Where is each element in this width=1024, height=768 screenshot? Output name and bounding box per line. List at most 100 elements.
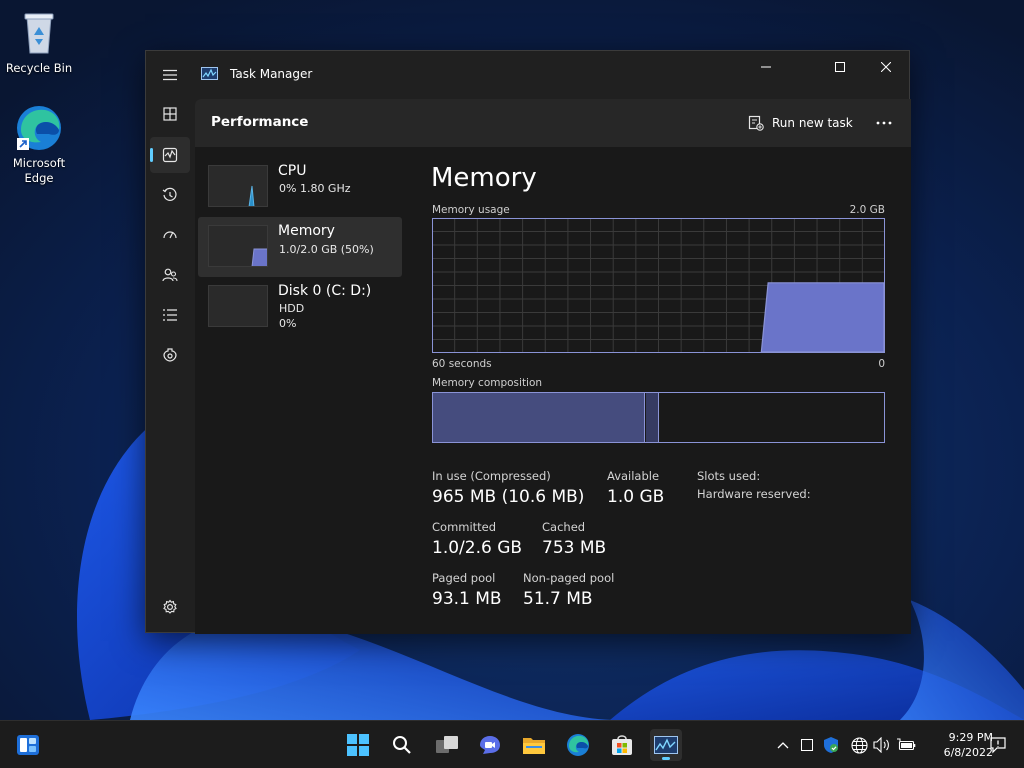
file-explorer-button[interactable] (518, 729, 550, 761)
hamburger-menu-icon (163, 69, 177, 81)
services-icon (163, 348, 177, 362)
notification-box-icon (801, 739, 813, 751)
memory-detail-panel: Memory Memory usage 2.0 GB 60 seconds 0 … (431, 147, 901, 634)
window-title: Task Manager (230, 67, 313, 81)
start-button[interactable] (342, 729, 374, 761)
device-item-disk[interactable]: Disk 0 (C: D:) HDD 0% (198, 277, 402, 337)
nav-services[interactable] (150, 337, 190, 373)
device-name: Disk 0 (C: D:) (278, 283, 372, 299)
memory-usage-area (760, 282, 885, 353)
close-button[interactable] (863, 51, 909, 83)
search-button[interactable] (386, 729, 418, 761)
available-value: 1.0 GB (607, 487, 665, 507)
desktop-icon-recycle-bin[interactable]: Recycle Bin (1, 9, 77, 76)
cached-label: Cached (542, 520, 586, 534)
memory-usage-graph (432, 218, 885, 353)
content-area: Performance Run new task CPU 0% 1.80 GHz… (195, 99, 911, 634)
task-manager-icon (654, 736, 678, 754)
widgets-icon (17, 735, 39, 755)
edge-button[interactable] (562, 729, 594, 761)
security-icon (824, 737, 838, 753)
desktop-icon-label: Microsoft Edge (12, 156, 66, 185)
device-name: Memory (278, 223, 335, 239)
composition-modified (645, 393, 660, 442)
volume-icon (873, 737, 889, 753)
task-manager-taskbar-button[interactable] (650, 729, 682, 761)
device-item-memory[interactable]: Memory 1.0/2.0 GB (50%) (198, 217, 402, 277)
nav-settings[interactable] (150, 589, 190, 625)
memory-usage-max: 2.0 GB (849, 204, 885, 216)
battery-button[interactable] (896, 735, 916, 755)
slots-used-label: Slots used: (697, 469, 761, 483)
nav-details[interactable] (150, 297, 190, 333)
startup-apps-icon (163, 231, 177, 239)
composition-in-use (433, 393, 645, 442)
store-button[interactable] (606, 729, 638, 761)
run-new-task-label: Run new task (772, 116, 853, 130)
chat-button[interactable] (474, 729, 506, 761)
widgets-button[interactable] (12, 729, 44, 761)
memory-composition-bar (432, 392, 885, 443)
detail-title: Memory (431, 163, 537, 193)
desktop-icon-edge[interactable]: Microsoft Edge (1, 104, 77, 186)
device-subtitle-2: 0% (279, 317, 297, 330)
device-item-cpu[interactable]: CPU 0% 1.80 GHz (198, 157, 402, 217)
run-new-task-button[interactable]: Run new task (748, 111, 853, 135)
nav-processes[interactable] (150, 96, 190, 132)
available-label: Available (607, 469, 660, 483)
file-explorer-icon (523, 738, 545, 754)
minimize-button[interactable] (743, 51, 789, 83)
nav-startup-apps[interactable] (150, 217, 190, 253)
committed-value: 1.0/2.6 GB (432, 538, 523, 558)
network-button[interactable] (849, 735, 869, 755)
device-subtitle: HDD (279, 302, 305, 315)
network-icon (850, 736, 868, 754)
memory-usage-label: Memory usage (432, 204, 510, 216)
feedback-icon (990, 737, 1006, 754)
more-options-button[interactable] (869, 111, 899, 135)
nav-users[interactable] (150, 257, 190, 293)
clock-time: 9:29 PM (948, 731, 993, 744)
notification-box-button[interactable] (797, 735, 817, 755)
hardware-reserved-label: Hardware reserved: (697, 487, 811, 501)
cached-value: 753 MB (542, 538, 607, 558)
maximize-icon (835, 62, 845, 72)
feedback-button[interactable] (988, 735, 1008, 755)
chat-icon (480, 736, 500, 754)
in-use-label: In use (Compressed) (432, 469, 551, 483)
clock-date: 6/8/2022 (943, 746, 993, 759)
device-name: CPU (278, 163, 307, 179)
taskbar: 9:29 PM 6/8/2022 (0, 720, 1024, 768)
desktop-icon-label: Recycle Bin (5, 61, 73, 75)
app-history-icon (162, 187, 177, 201)
memory-thumbnail-graph (208, 225, 268, 267)
chevron-up-icon (777, 742, 789, 749)
minimize-icon (761, 66, 771, 68)
edge-icon (567, 734, 589, 756)
store-icon (612, 735, 632, 755)
users-icon (162, 268, 178, 282)
cpu-thumbnail-graph (208, 165, 268, 207)
details-icon (163, 309, 177, 321)
content-header: Performance Run new task (195, 99, 911, 147)
edge-icon (15, 104, 63, 152)
start-icon (347, 734, 369, 756)
taskbar-clock[interactable]: 9:29 PM 6/8/2022 (925, 730, 993, 760)
settings-icon (163, 599, 177, 614)
nav-app-history[interactable] (150, 177, 190, 213)
committed-label: Committed (432, 520, 497, 534)
task-view-icon (436, 736, 458, 753)
volume-button[interactable] (872, 735, 892, 755)
non-paged-pool-label: Non-paged pool (523, 571, 615, 585)
title-bar[interactable]: Task Manager (146, 51, 909, 97)
nav-performance[interactable] (150, 137, 190, 173)
show-hidden-icons-button[interactable] (773, 735, 793, 755)
memory-composition-label: Memory composition (432, 377, 543, 389)
device-subtitle: 1.0/2.0 GB (50%) (279, 243, 374, 256)
run-task-icon (748, 115, 764, 131)
security-button[interactable] (821, 735, 841, 755)
task-view-button[interactable] (431, 729, 463, 761)
hamburger-menu-button[interactable] (150, 57, 190, 93)
maximize-button[interactable] (817, 51, 863, 83)
battery-icon (897, 738, 916, 751)
